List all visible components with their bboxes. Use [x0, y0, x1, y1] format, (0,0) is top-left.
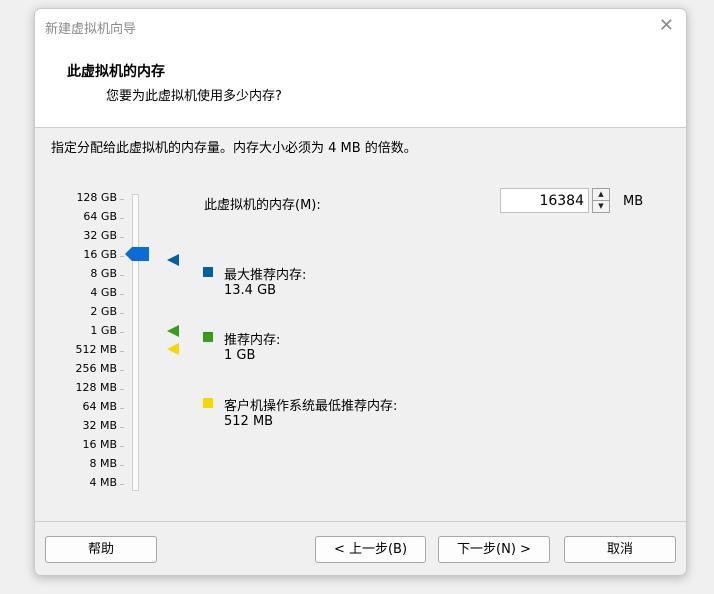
wizard-header: 此虚拟机的内存 您要为此虚拟机使用多少内存? — [35, 43, 686, 128]
tick-label: 16 MB — [82, 438, 117, 451]
memory-unit: MB — [623, 194, 644, 209]
legend-label: 推荐内存: — [224, 333, 281, 348]
tick-label: 8 MB — [89, 457, 117, 470]
tick-label: 32 MB — [82, 419, 117, 432]
page-title: 此虚拟机的内存 — [67, 64, 165, 80]
tick-label: 1 GB — [90, 324, 117, 337]
tick-label: 16 GB — [83, 248, 117, 261]
tick-mark — [120, 256, 124, 257]
tick-label: 8 GB — [90, 267, 117, 280]
cancel-button[interactable]: 取消 — [564, 536, 676, 563]
back-button[interactable]: < 上一步(B) — [315, 536, 426, 563]
tick-label: 256 MB — [75, 362, 117, 375]
memory-description: 指定分配给此虚拟机的内存量。内存大小必须为 4 MB 的倍数。 — [51, 141, 417, 156]
tick-mark — [120, 427, 124, 428]
close-icon[interactable]: ✕ — [659, 15, 674, 36]
max-recommended-swatch — [203, 267, 213, 277]
legend-value: 512 MB — [224, 414, 274, 429]
tick-label: 4 MB — [89, 476, 117, 489]
recommended-marker-icon — [167, 325, 179, 337]
footer-divider — [35, 521, 686, 522]
tick-mark — [120, 294, 124, 295]
legend-label: 最大推荐内存: — [224, 268, 307, 283]
memory-label: 此虚拟机的内存(M): — [204, 198, 321, 213]
tick-mark — [120, 237, 124, 238]
tick-mark — [120, 199, 124, 200]
tick-mark — [120, 465, 124, 466]
guest-min-swatch — [203, 398, 213, 408]
tick-mark — [120, 351, 124, 352]
tick-mark — [120, 389, 124, 390]
tick-label: 64 MB — [82, 400, 117, 413]
tick-label: 64 GB — [83, 210, 117, 223]
tick-mark — [120, 218, 124, 219]
tick-mark — [120, 332, 124, 333]
tick-label: 2 GB — [90, 305, 117, 318]
tick-label: 128 GB — [76, 191, 117, 204]
recommended-swatch — [203, 332, 213, 342]
memory-slider-track[interactable] — [132, 194, 139, 491]
tick-mark — [120, 275, 124, 276]
slider-thumb-shape — [125, 247, 149, 261]
help-button[interactable]: 帮助 — [45, 536, 157, 563]
spin-down-icon[interactable]: ▼ — [593, 201, 609, 212]
next-button[interactable]: 下一步(N) > — [438, 536, 550, 563]
legend-value: 1 GB — [224, 348, 256, 363]
memory-spinner[interactable]: ▲ ▼ — [592, 188, 610, 213]
guest-min-marker-icon — [167, 343, 179, 355]
legend-label: 客户机操作系统最低推荐内存: — [224, 399, 398, 414]
window-title: 新建虚拟机向导 — [45, 22, 137, 37]
memory-slider-thumb[interactable] — [125, 247, 149, 261]
tick-mark — [120, 408, 124, 409]
tick-mark — [120, 313, 124, 314]
spin-up-icon[interactable]: ▲ — [593, 189, 609, 201]
tick-label: 32 GB — [83, 229, 117, 242]
tick-mark — [120, 370, 124, 371]
title-bar: 新建虚拟机向导 ✕ — [35, 9, 686, 43]
tick-mark — [120, 446, 124, 447]
max-recommended-marker-icon — [167, 254, 179, 266]
memory-value-input[interactable] — [500, 188, 589, 213]
tick-label: 128 MB — [75, 381, 117, 394]
new-vm-wizard-dialog: 新建虚拟机向导 ✕ 此虚拟机的内存 您要为此虚拟机使用多少内存? 指定分配给此虚… — [34, 8, 687, 576]
tick-label: 512 MB — [75, 343, 117, 356]
legend-value: 13.4 GB — [224, 283, 277, 298]
page-subtitle: 您要为此虚拟机使用多少内存? — [106, 89, 282, 104]
tick-label: 4 GB — [90, 286, 117, 299]
tick-mark — [120, 484, 124, 485]
